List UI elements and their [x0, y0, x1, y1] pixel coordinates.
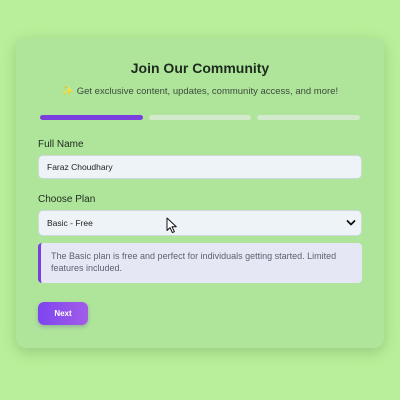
signup-card: Join Our Community ✨ Get exclusive conten…: [16, 38, 384, 348]
progress-bar: [40, 115, 361, 120]
next-button[interactable]: Next: [38, 302, 88, 325]
party-popper-icon: ✨: [61, 86, 74, 97]
plan-select[interactable]: Basic - Free: [38, 210, 362, 236]
progress-step-2: [148, 115, 252, 120]
plan-select-value: Basic - Free: [47, 218, 93, 228]
full-name-label: Full Name: [38, 139, 84, 150]
form-subtitle: ✨ Get exclusive content, updates, communi…: [16, 86, 384, 97]
mouse-cursor-icon: [166, 217, 177, 234]
full-name-input[interactable]: Faraz Choudhary: [38, 155, 362, 179]
chevron-down-icon: [346, 220, 356, 226]
progress-step-3: [257, 115, 361, 120]
plan-info-text: The Basic plan is free and perfect for i…: [51, 251, 337, 273]
subtitle-text: Get exclusive content, updates, communit…: [76, 86, 339, 97]
plan-info-box: The Basic plan is free and perfect for i…: [38, 243, 362, 283]
choose-plan-label: Choose Plan: [38, 194, 96, 205]
form-title: Join Our Community: [130, 60, 270, 76]
progress-step-1: [40, 115, 143, 120]
